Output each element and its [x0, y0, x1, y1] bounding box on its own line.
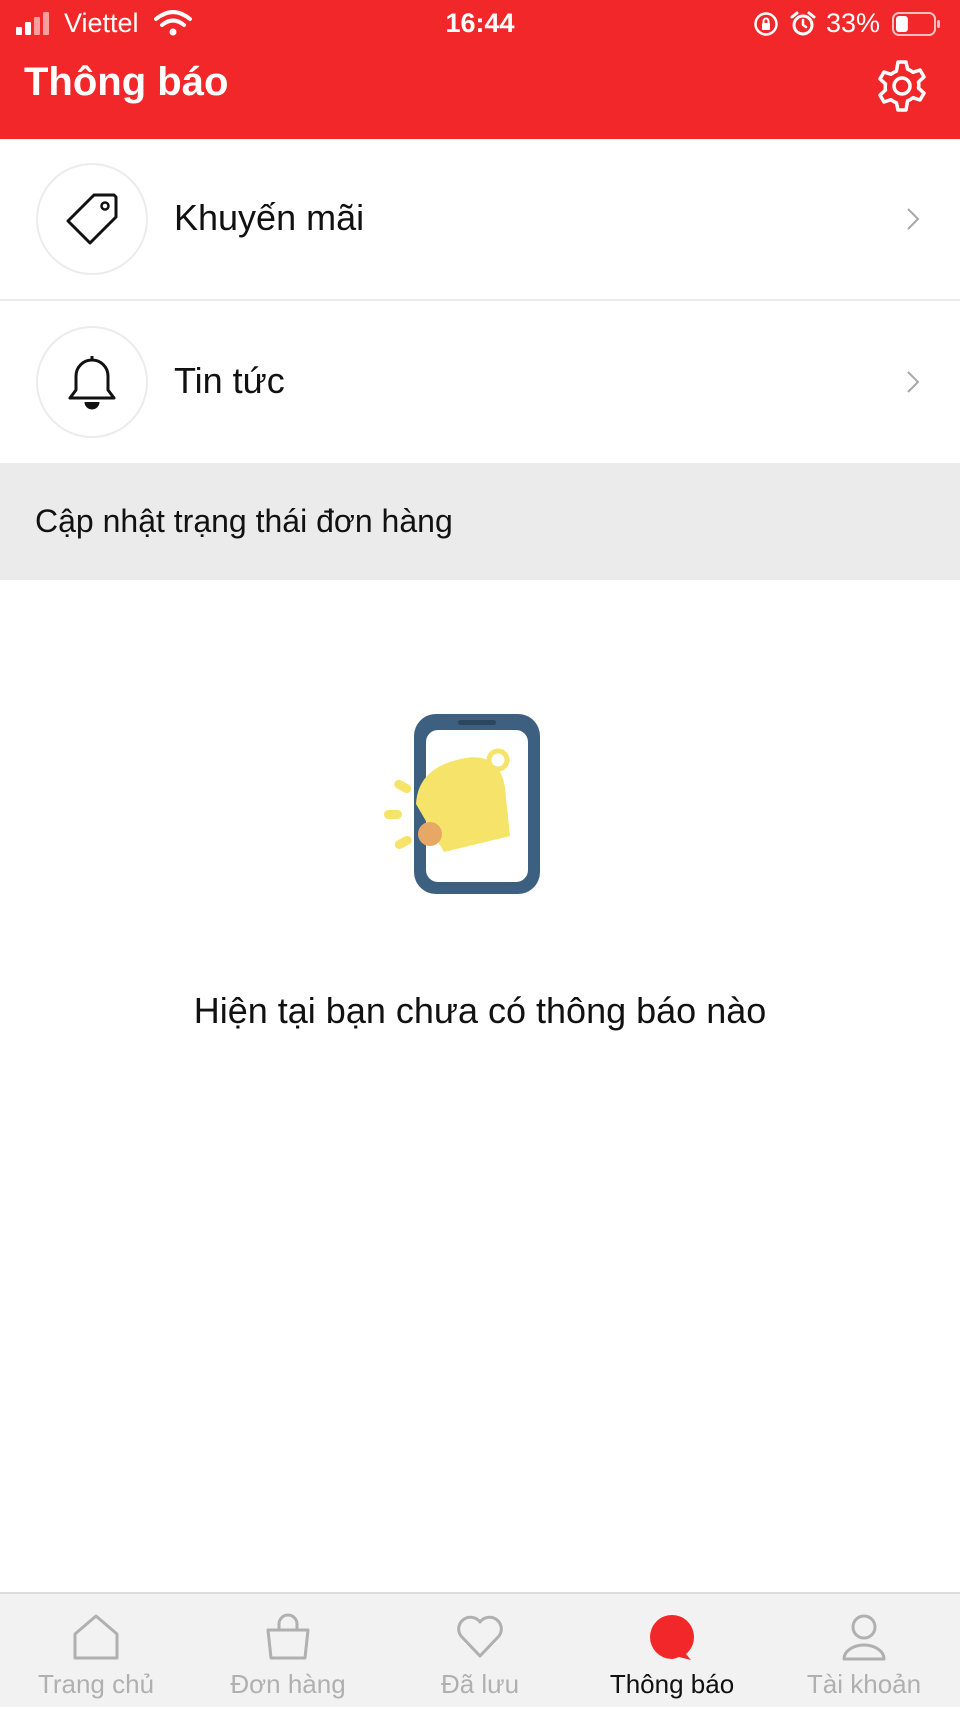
nav-label: Đã lưu [440, 1669, 520, 1699]
phone-bell-illustration [384, 714, 540, 894]
battery-percent: 33% [826, 8, 881, 38]
rotation-lock-icon [754, 12, 778, 36]
home-icon [73, 1614, 119, 1660]
nav-label: Trang chủ [37, 1669, 155, 1699]
nav-item-home[interactable]: Trang chủ [0, 1594, 192, 1709]
alarm-icon [790, 11, 816, 36]
menu-item-label: Tin tức [174, 360, 285, 401]
price-tag-icon [66, 193, 118, 245]
nav-label: Thông báo [609, 1669, 735, 1699]
news-icon-circle [36, 326, 148, 438]
promotions-icon-circle [36, 163, 148, 275]
chevron-right-icon [907, 371, 920, 393]
menu-item-promotions[interactable]: Khuyến mãi [0, 139, 960, 301]
nav-label: Tài khoản [806, 1669, 922, 1699]
gear-icon[interactable] [874, 58, 930, 114]
status-bar: Viettel 16:44 33% [0, 0, 960, 48]
user-icon [842, 1614, 886, 1661]
chat-bubble-icon [650, 1615, 694, 1660]
nav-item-account[interactable]: Tài khoản [768, 1594, 960, 1709]
empty-state-message: Hiện tại bạn chưa có thông báo nào [193, 990, 767, 1031]
page-title: Thông báo [24, 60, 229, 104]
bottom-navigation: Trang chủ Đơn hàng Đã lưu Thông báo Tài … [0, 1592, 960, 1707]
nav-item-notifications[interactable]: Thông báo [576, 1594, 768, 1709]
nav-item-saved[interactable]: Đã lưu [384, 1594, 576, 1709]
battery-icon [892, 12, 940, 36]
heart-icon [457, 1615, 503, 1658]
chevron-right-icon [907, 208, 920, 230]
menu-item-news[interactable]: Tin tức [0, 302, 960, 462]
app-header: Viettel 16:44 33% Thông báo [0, 0, 960, 139]
nav-label: Đơn hàng [230, 1669, 346, 1699]
section-title: Cập nhật trạng thái đơn hàng [35, 503, 453, 539]
shopping-bag-icon [266, 1613, 310, 1660]
nav-item-orders[interactable]: Đơn hàng [192, 1594, 384, 1709]
menu-item-label: Khuyến mãi [174, 197, 365, 238]
bell-icon [68, 356, 116, 410]
section-header: Cập nhật trạng thái đơn hàng [0, 463, 960, 580]
